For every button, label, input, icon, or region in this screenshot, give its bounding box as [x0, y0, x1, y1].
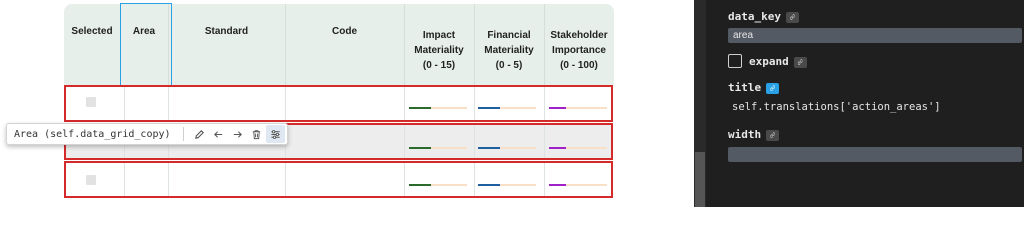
expand-label: expand [749, 55, 789, 68]
financial-materiality-fill [478, 107, 501, 109]
cell-divider [168, 87, 169, 120]
arrow-right-icon[interactable] [228, 125, 247, 143]
title-property: title ☍ [728, 81, 780, 94]
title-expression[interactable]: self.translations['action_areas'] [732, 101, 941, 113]
width-label: width [728, 128, 762, 141]
cell-divider [474, 87, 475, 120]
data-key-property: data_key ☍ [728, 10, 799, 23]
title-label: title [728, 81, 762, 94]
properties-panel: data_key ☍ area expand ☍ title ☍ self.trans… [706, 0, 1024, 207]
financial-materiality-bar [478, 107, 536, 109]
cell-divider [474, 163, 475, 196]
width-property: width ☍ [728, 128, 780, 141]
arrow-left-icon[interactable] [209, 125, 228, 143]
column-header-selected[interactable]: Selected [64, 4, 120, 86]
table-row[interactable] [64, 161, 613, 198]
column-header-financial-materiality[interactable]: Financial Materiality (0 - 5) [474, 4, 544, 86]
data-key-label: data_key [728, 10, 781, 23]
financial-materiality-bar [478, 184, 536, 186]
link-icon-active[interactable]: ☍ [766, 82, 780, 94]
toolbar-divider [183, 127, 184, 141]
cell-divider [404, 125, 405, 158]
cell-divider [404, 163, 405, 196]
toolbar-element-label: Area (self.data_grid_copy) [14, 128, 171, 140]
trash-icon[interactable] [247, 125, 266, 143]
financial-materiality-bar [478, 147, 536, 149]
cell-divider [124, 163, 125, 196]
stakeholder-importance-bar [549, 184, 607, 186]
financial-materiality-fill [478, 147, 501, 149]
cell-divider [285, 163, 286, 196]
column-header-standard[interactable]: Standard [168, 4, 285, 86]
impact-materiality-fill [409, 147, 432, 149]
row-select-checkbox[interactable] [86, 97, 96, 107]
scrollbar-thumb[interactable] [695, 152, 705, 207]
pencil-icon[interactable] [190, 125, 209, 143]
cell-divider [544, 87, 545, 120]
cell-divider [124, 87, 125, 120]
impact-materiality-bar [409, 184, 467, 186]
stakeholder-importance-fill [549, 147, 567, 149]
column-header-stakeholder-importance[interactable]: Stakeholder Importance (0 - 100) [544, 4, 614, 86]
cell-divider [474, 125, 475, 158]
link-icon[interactable]: ☍ [766, 129, 780, 141]
cell-divider [544, 163, 545, 196]
width-input[interactable] [728, 147, 1022, 162]
sliders-icon[interactable] [266, 125, 285, 143]
editor-canvas: Selected Area Standard Code Impact Mater… [0, 0, 694, 207]
impact-materiality-bar [409, 107, 467, 109]
expand-checkbox[interactable] [728, 54, 742, 68]
selected-column-outline [120, 3, 172, 87]
cell-divider [285, 87, 286, 120]
cell-divider [544, 125, 545, 158]
row-select-checkbox[interactable] [86, 175, 96, 185]
link-icon[interactable]: ☍ [785, 11, 799, 23]
column-header-impact-materiality[interactable]: Impact Materiality (0 - 15) [404, 4, 474, 86]
link-icon[interactable]: ☍ [793, 56, 807, 68]
table-row[interactable] [64, 85, 613, 122]
element-toolbar: Area (self.data_grid_copy) [6, 123, 288, 145]
expand-property: expand ☍ [749, 55, 807, 68]
stakeholder-importance-bar [549, 107, 607, 109]
stakeholder-importance-fill [549, 184, 567, 186]
data-key-input[interactable]: area [728, 28, 1022, 43]
cell-divider [168, 163, 169, 196]
impact-materiality-fill [409, 107, 432, 109]
impact-materiality-bar [409, 147, 467, 149]
canvas-scrollbar[interactable] [694, 0, 706, 207]
cell-divider [404, 87, 405, 120]
impact-materiality-fill [409, 184, 432, 186]
stakeholder-importance-bar [549, 147, 607, 149]
financial-materiality-fill [478, 184, 501, 186]
stakeholder-importance-fill [549, 107, 567, 109]
column-header-code[interactable]: Code [285, 4, 404, 86]
